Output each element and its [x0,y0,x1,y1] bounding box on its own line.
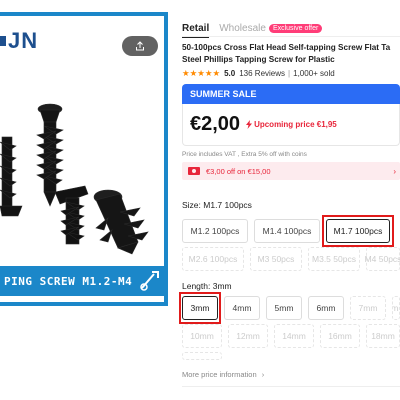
length-label: Length: 3mm [182,281,232,291]
size-option-disabled: M2.6 100pcs [182,247,244,271]
separator: | [288,69,291,78]
current-price: €2,00 [190,113,241,135]
length-option-selected[interactable]: 3mm [182,296,218,320]
length-option-disabled: 14mm [274,324,314,348]
length-option-disabled: 12mm [228,324,268,348]
price-box: €2,00 Upcoming price €1,95 [182,104,400,146]
length-option[interactable]: 5mm [266,296,302,320]
size-option[interactable]: M1.2 100pcs [182,219,248,243]
size-option-disabled: M4 50pcs [365,247,400,271]
length-option-disabled: 7mm [350,296,386,320]
chevron-right-icon: › [393,166,396,176]
coupon-text: €3,00 off on €15,00 [206,166,271,176]
product-title-line: Steel Phillips Tapping Screw for Plastic [182,55,335,64]
exclusive-offer-badge: Exclusive offer [268,23,323,33]
tab-bar: Retail Wholesale Exclusive offer [182,18,323,38]
rating-row: ★★★★★ 5.0 136 Reviews | 1,000+ sold [182,68,335,79]
size-option-selected[interactable]: M1.7 100pcs [326,219,390,243]
size-option-disabled: M3 50pcs [250,247,302,271]
length-option[interactable]: 6mm [308,296,344,320]
length-option-disabled: 16mm [320,324,360,348]
product-details-panel: Retail Wholesale Exclusive offer 50-100p… [179,0,400,400]
size-label: Size: M1.7 100pcs [182,200,252,210]
reviews-link[interactable]: 136 Reviews [239,69,285,78]
more-price-info-text: More price information [182,370,257,379]
length-option-disabled: 20mm [182,352,222,360]
length-option[interactable]: 4mm [224,296,260,320]
sale-header: SUMMER SALE [182,84,400,104]
divider [182,386,400,387]
image-frame [0,12,168,306]
product-image[interactable]: JN PING SCREW M1.2-M4 [0,12,168,306]
tab-divider [182,36,400,37]
sale-label: SUMMER SALE [190,89,257,99]
sale-box: SUMMER SALE €2,00 Upcoming price €1,95 [182,84,400,146]
sold-count: 1,000+ sold [293,69,335,78]
vat-note: Price includes VAT , Extra 5% off with c… [182,151,307,158]
upcoming-price-text: Upcoming price €1,95 [254,120,337,129]
more-price-info-link[interactable]: More price information › [182,370,264,379]
star-rating-icon: ★★★★★ [182,68,221,78]
lightning-icon [246,120,253,129]
chevron-right-icon: › [261,370,265,379]
length-option-disabled: 10mm [182,324,222,348]
coupon-icon [188,167,200,175]
length-option-disabled: 8mm [392,296,400,320]
size-option[interactable]: M1.4 100pcs [254,219,320,243]
product-title-line: 50-100pcs Cross Flat Head Self-tapping S… [182,43,391,52]
product-title: 50-100pcs Cross Flat Head Self-tapping S… [182,42,400,66]
upcoming-price: Upcoming price €1,95 [246,120,337,129]
tab-retail[interactable]: Retail [182,23,210,38]
size-option-disabled: M3.5 50pcs [308,247,360,271]
coupon-banner[interactable]: €3,00 off on €15,00 › [182,162,400,180]
tab-wholesale[interactable]: Wholesale [219,23,266,34]
rating-value: 5.0 [224,69,236,78]
length-option-disabled: 18mm [366,324,400,348]
